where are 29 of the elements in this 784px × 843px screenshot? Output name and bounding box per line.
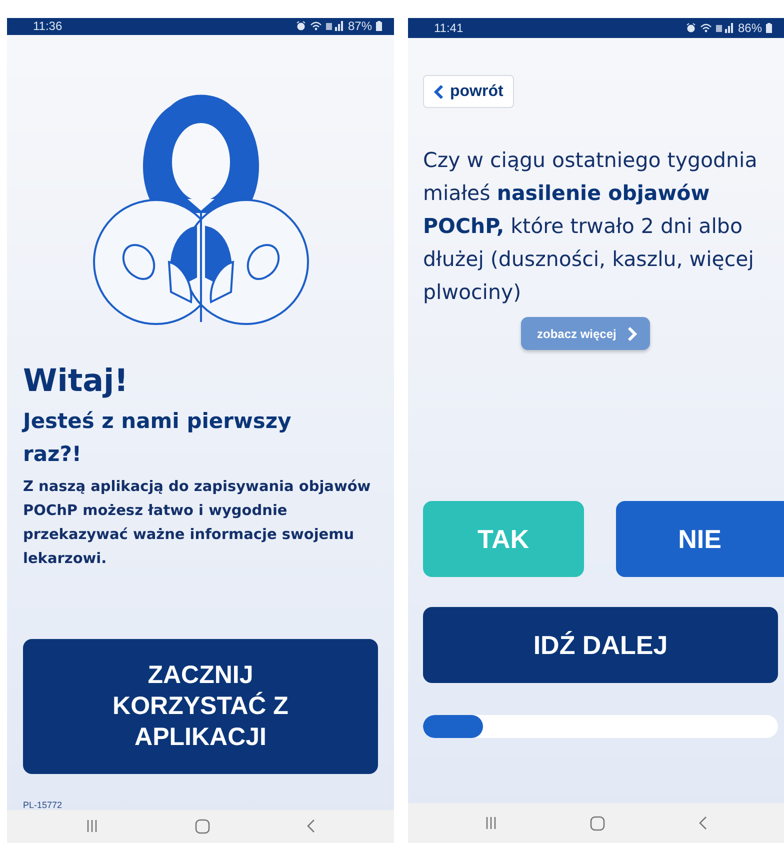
welcome-subtitle: Jesteś z nami pierwszy raz?! (23, 408, 292, 468)
answer-button[interactable]: NIE (616, 501, 784, 577)
battery-level: 86% (738, 21, 762, 35)
alarm-icon (296, 21, 306, 32)
alarm-icon (686, 23, 696, 33)
document-code: PL-15772 (23, 800, 64, 810)
intro-text: Z naszą aplikacją do zapisywania objawów POChP możesz łatwo i wygodnie przekazywać ważne informacje swojemu lekarzowi. (23, 478, 372, 569)
battery-level: 87% (348, 19, 372, 34)
signal-icon (716, 23, 734, 33)
clock-time: 11:36 (33, 19, 64, 34)
question-text: Czy w ciągu ostatniego tygodnia miałeś nasilenie objawów POChP, które trwało 2 dni albo dłużej (duszności, kaszlu, więcej plwociny) (423, 147, 758, 306)
start-button[interactable]: ZACZNIJ KORZYSTAĆ Z APLIKACJI (23, 638, 378, 774)
welcome-title: Witaj! (23, 362, 130, 399)
recent-apps-icon[interactable] (86, 820, 98, 832)
next-button[interactable]: IDŹ DALEJ (423, 607, 778, 683)
home-icon[interactable] (590, 816, 606, 830)
battery-icon (766, 23, 772, 33)
home-icon[interactable] (194, 818, 210, 834)
battery-icon (376, 21, 382, 32)
wifi-icon (700, 23, 712, 33)
back-icon[interactable] (699, 816, 708, 830)
chevron-right-icon (626, 326, 638, 342)
back-icon[interactable] (307, 819, 316, 834)
chevron-left-icon (434, 84, 444, 100)
wifi-icon (310, 21, 322, 32)
back-button[interactable]: powrót (423, 75, 514, 108)
recent-apps-icon[interactable] (484, 817, 497, 829)
signal-icon (326, 21, 344, 32)
clock-time: 11:41 (434, 21, 464, 35)
